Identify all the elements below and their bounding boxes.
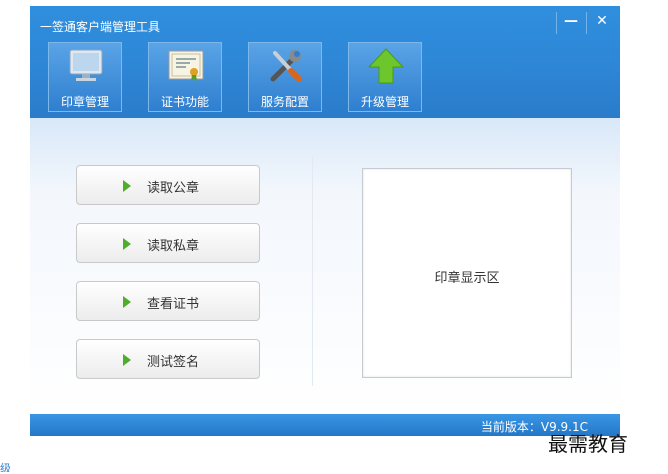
view-certificate-button[interactable]: 查看证书	[76, 281, 260, 321]
read-private-seal-button[interactable]: 读取私章	[76, 223, 260, 263]
toolbar-label: 升级管理	[360, 95, 409, 109]
seal-display-area: 印章显示区	[362, 168, 572, 378]
upgrade-arrow-icon	[367, 48, 405, 84]
seal-display-caption: 印章显示区	[434, 271, 500, 286]
toolbar-label: 证书功能	[160, 95, 209, 109]
toolbar-certificate[interactable]: 证书功能	[148, 42, 222, 112]
play-arrow-icon	[123, 296, 131, 308]
app-window: 一签通客户端管理工具 — ✕ 印章管理 证书功能 服务配置 升级管理 读取公章 …	[30, 6, 620, 436]
title-bar: 一签通客户端管理工具 — ✕ 印章管理 证书功能 服务配置 升级管理	[30, 6, 620, 118]
test-signature-button[interactable]: 测试签名	[76, 339, 260, 379]
toolbar-seal-management[interactable]: 印章管理	[48, 42, 122, 112]
title-separator	[556, 12, 557, 34]
play-arrow-icon	[123, 180, 131, 192]
minimize-button[interactable]: —	[560, 10, 582, 32]
button-label: 测试签名	[147, 355, 200, 370]
play-arrow-icon	[123, 238, 131, 250]
monitor-icon	[69, 49, 103, 81]
toolbar-label: 服务配置	[260, 95, 309, 109]
button-label: 读取公章	[147, 181, 200, 196]
close-button[interactable]: ✕	[591, 10, 613, 32]
toolbar-upgrade[interactable]: 升级管理	[348, 42, 422, 112]
corner-fragment: 级	[0, 462, 11, 472]
button-label: 读取私章	[147, 239, 200, 254]
play-arrow-icon	[123, 354, 131, 366]
tools-icon	[270, 50, 302, 82]
title-separator	[586, 12, 587, 34]
window-title: 一签通客户端管理工具	[40, 20, 161, 34]
toolbar-label: 印章管理	[60, 95, 109, 109]
status-bar: 当前版本：V9.9.1C	[30, 414, 620, 436]
button-label: 查看证书	[147, 297, 200, 312]
certificate-icon	[168, 50, 204, 81]
toolbar-service-config[interactable]: 服务配置	[248, 42, 322, 112]
read-official-seal-button[interactable]: 读取公章	[76, 165, 260, 205]
vertical-divider	[312, 156, 313, 386]
watermark: 最需教育	[548, 432, 628, 456]
